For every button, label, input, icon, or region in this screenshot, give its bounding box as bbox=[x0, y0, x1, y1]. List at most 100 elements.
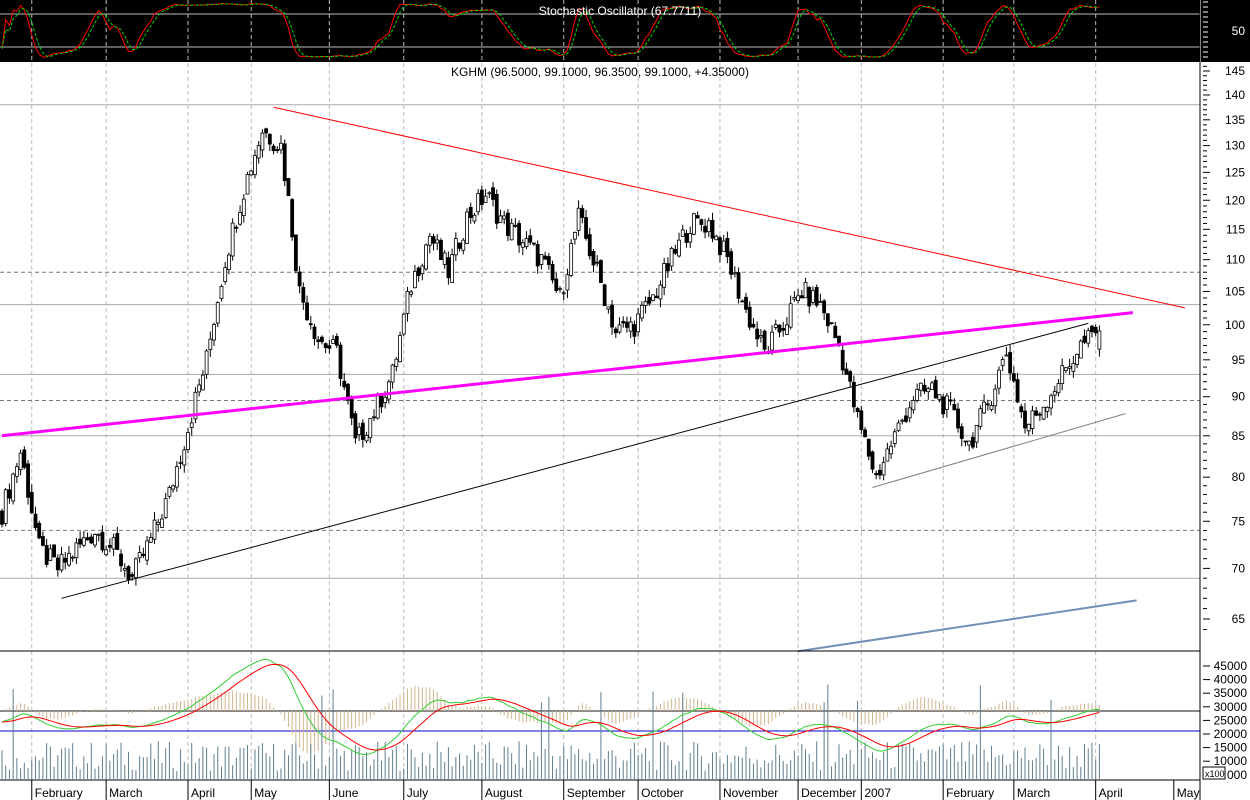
candle-body bbox=[915, 388, 920, 401]
candle-body bbox=[699, 219, 704, 225]
candle-body bbox=[394, 358, 399, 367]
candle-body bbox=[1056, 383, 1061, 394]
candle-body bbox=[930, 382, 934, 390]
candle-body bbox=[1045, 407, 1050, 412]
candle-body bbox=[293, 234, 298, 272]
candle-body bbox=[967, 440, 972, 446]
volume-tick-label: 40000 bbox=[1214, 673, 1248, 687]
candle-body bbox=[959, 426, 964, 439]
candle-body bbox=[89, 536, 94, 544]
price-tick-label: 105 bbox=[1225, 284, 1245, 298]
candle-body bbox=[956, 408, 960, 429]
candle-body bbox=[364, 434, 369, 442]
candle-body bbox=[230, 222, 235, 257]
candle-body bbox=[822, 300, 827, 314]
candle-body bbox=[41, 536, 45, 546]
candle-body bbox=[405, 290, 410, 314]
candle-body bbox=[524, 238, 529, 248]
candle-body bbox=[636, 313, 641, 333]
price-tick-label: 100 bbox=[1225, 318, 1245, 332]
candle-body bbox=[468, 206, 473, 218]
candle-body bbox=[632, 324, 637, 337]
candle-body bbox=[18, 452, 23, 471]
candle-body bbox=[971, 436, 975, 448]
candle-body bbox=[253, 155, 257, 175]
candle-body bbox=[1067, 366, 1072, 369]
candle-body bbox=[688, 233, 693, 243]
month-label: June bbox=[332, 786, 358, 800]
candle-body bbox=[550, 264, 555, 281]
candle-body bbox=[104, 549, 109, 556]
candle-body bbox=[878, 469, 882, 476]
candle-body bbox=[558, 287, 562, 290]
month-label: March bbox=[109, 786, 142, 800]
candle-body bbox=[762, 330, 767, 350]
candle-body bbox=[52, 544, 56, 558]
candle-body bbox=[1030, 410, 1035, 429]
candle-body bbox=[565, 274, 570, 291]
candle-body bbox=[561, 292, 566, 295]
candle-body bbox=[863, 429, 867, 438]
candle-body bbox=[107, 544, 112, 548]
candle-body bbox=[825, 313, 830, 327]
candle-body bbox=[602, 284, 607, 306]
candle-body bbox=[174, 466, 179, 488]
candle-body bbox=[628, 321, 633, 332]
month-label: May bbox=[254, 786, 277, 800]
candle-body bbox=[989, 404, 994, 410]
candle-body bbox=[413, 270, 417, 289]
candle-body bbox=[472, 214, 477, 222]
candle-body bbox=[416, 267, 421, 276]
candle-body bbox=[937, 394, 942, 400]
candle-body bbox=[457, 242, 462, 249]
candle-body bbox=[7, 489, 12, 499]
stochastic-tick-label: 50 bbox=[1232, 24, 1246, 38]
candle-body bbox=[658, 284, 663, 300]
candle-body bbox=[476, 192, 481, 213]
candle-body bbox=[662, 263, 667, 288]
candle-body bbox=[424, 244, 428, 270]
volume-tick-label: 10000 bbox=[1214, 754, 1248, 768]
stochastic-title: Stochastic Oscillator (67.7711) bbox=[539, 4, 702, 18]
candle-body bbox=[673, 248, 678, 254]
candle-body bbox=[639, 304, 644, 319]
candle-body bbox=[885, 448, 890, 462]
candle-body bbox=[881, 462, 886, 476]
candle-body bbox=[100, 531, 105, 551]
candle-body bbox=[301, 286, 306, 303]
price-tick-label: 80 bbox=[1232, 470, 1246, 484]
time-axis: February March April May June July August Septe… bbox=[0, 779, 1200, 800]
candle-body bbox=[119, 553, 123, 567]
candle-body bbox=[286, 178, 291, 197]
candle-body bbox=[870, 451, 875, 470]
candle-body bbox=[1082, 335, 1087, 343]
price-tick-label: 130 bbox=[1225, 139, 1245, 153]
volume-multiplier-label: x100 bbox=[1205, 769, 1225, 779]
month-label: April bbox=[1099, 786, 1123, 800]
candle-body bbox=[37, 522, 42, 539]
trendlines bbox=[1, 106, 1186, 653]
candle-body bbox=[896, 422, 901, 432]
candle-body bbox=[680, 229, 685, 237]
candle-body bbox=[844, 368, 849, 375]
candle-body bbox=[126, 566, 131, 580]
volume-tick-label: 45000 bbox=[1214, 659, 1248, 673]
candle-body bbox=[703, 225, 707, 233]
candle-body bbox=[584, 217, 588, 239]
candle-body bbox=[1093, 326, 1098, 334]
candle-body bbox=[874, 473, 879, 476]
volume-tick-label: 15000 bbox=[1214, 741, 1248, 755]
candle-body bbox=[1097, 330, 1102, 350]
candle-body bbox=[260, 132, 265, 151]
candle-body bbox=[409, 291, 414, 295]
candle-body bbox=[93, 534, 97, 546]
candle-body bbox=[621, 321, 626, 324]
candle-body bbox=[70, 556, 75, 559]
candle-body bbox=[0, 510, 4, 525]
candle-body bbox=[948, 399, 953, 402]
candle-body bbox=[941, 396, 946, 415]
candle-body bbox=[327, 345, 332, 349]
candle-body bbox=[163, 498, 168, 518]
candle-body bbox=[208, 338, 213, 350]
candle-body bbox=[610, 304, 614, 328]
